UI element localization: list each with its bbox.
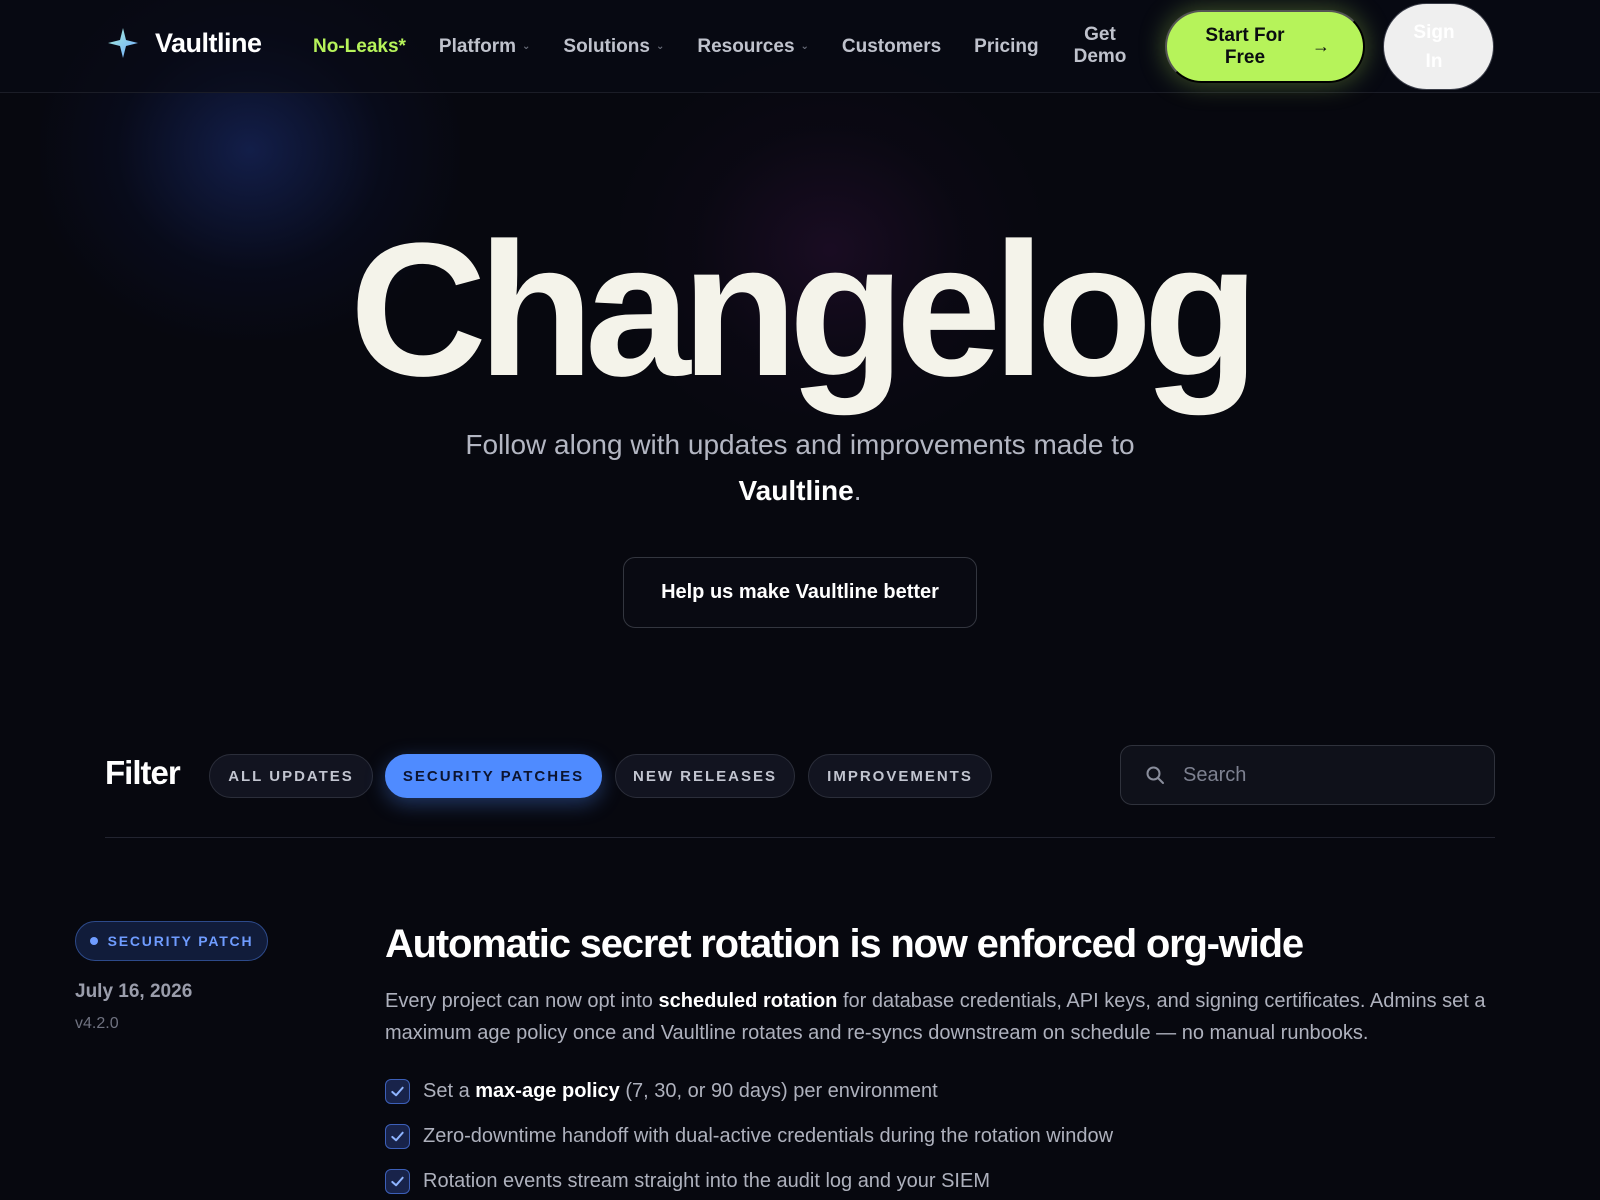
- category-badge: SECURITY PATCH: [75, 921, 268, 961]
- nav-link-label: Platform: [438, 35, 516, 57]
- search-input[interactable]: [1183, 763, 1463, 787]
- top-navbar: Vaultline No-Leaks* Platform ⌄ Solutions ⌄…: [0, 0, 1600, 93]
- nav-link-pricing[interactable]: Pricing: [974, 36, 1038, 58]
- list-item-pre: Set a: [423, 1080, 470, 1102]
- nav-links: No-Leaks* Platform ⌄ Solutions ⌄ Resources…: [313, 0, 1072, 93]
- nav-link-label: Solutions: [563, 35, 650, 57]
- entry-body-bold: scheduled rotation: [658, 990, 838, 1012]
- filter-chip-all-updates[interactable]: ALL UPDATES: [209, 754, 373, 798]
- entry-description: Every project can now opt into scheduled…: [385, 985, 1515, 1049]
- entry-body-pre: Every project can now opt into: [385, 990, 653, 1012]
- nav-link-label: Pricing: [974, 35, 1039, 57]
- chevron-down-icon: ⌄: [655, 41, 665, 52]
- filter-heading: Filter: [105, 754, 181, 791]
- list-item: Zero-downtime handoff with dual-active c…: [385, 1114, 1515, 1159]
- section-divider: [105, 837, 1495, 838]
- hero-subtitle-period: .: [853, 475, 862, 506]
- hero-subtitle-text: Follow along with updates and improvemen…: [465, 429, 1135, 460]
- hero-subtitle-brand: Vaultline: [738, 475, 854, 506]
- brand-logo[interactable]: Vaultline: [107, 27, 262, 59]
- filter-chip-security-patches[interactable]: SECURITY PATCHES: [385, 754, 602, 798]
- list-item-text: Zero-downtime handoff with dual-active c…: [423, 1125, 1114, 1147]
- filter-chip-improvements[interactable]: IMPROVEMENTS: [808, 754, 992, 798]
- entry-date: July 16, 2026: [75, 981, 193, 1002]
- arrow-right-icon: →: [1312, 36, 1330, 56]
- sign-in-button[interactable]: Sign In: [1383, 3, 1494, 90]
- search-icon: [1146, 766, 1164, 784]
- hero-subtitle: Follow along with updates and improvemen…: [400, 422, 1200, 514]
- feedback-button[interactable]: Help us make Vaultline better: [623, 557, 977, 628]
- list-item: Set a max-age policy (7, 30, or 90 days)…: [385, 1069, 1515, 1114]
- badge-dot-icon: [89, 937, 98, 945]
- nav-link-label: No-Leaks*: [313, 35, 406, 57]
- feature-checklist: Set a max-age policy (7, 30, or 90 days)…: [385, 1069, 1515, 1200]
- list-item-post: (7, 30, or 90 days) per environment: [625, 1080, 938, 1102]
- chevron-down-icon: ⌄: [522, 41, 531, 52]
- nav-link-customers[interactable]: Customers: [842, 36, 941, 58]
- list-item-text: Rotation events stream straight into the…: [423, 1170, 990, 1192]
- entry-version: v4.2.0: [75, 1015, 119, 1032]
- entry-title: Automatic secret rotation is now enforce…: [385, 922, 1304, 966]
- nav-link-label: Customers: [841, 35, 942, 57]
- checkbox-checked-icon: [385, 1169, 410, 1194]
- page-title: Changelog: [349, 204, 1260, 416]
- chevron-down-icon: ⌄: [800, 41, 809, 52]
- nav-link-label: Resources: [697, 35, 795, 57]
- brand-name: Vaultline: [155, 27, 262, 58]
- sparkle-logo-icon: [108, 28, 138, 58]
- checkbox-checked-icon: [385, 1124, 410, 1149]
- badge-label: SECURITY PATCH: [107, 933, 254, 949]
- nav-link-resources[interactable]: Resources ⌄: [697, 36, 809, 58]
- nav-link-platform[interactable]: Platform ⌄: [439, 36, 530, 58]
- checkbox-checked-icon: [385, 1079, 410, 1104]
- nav-link-no-leaks[interactable]: No-Leaks*: [313, 36, 406, 58]
- start-for-free-label: Start For Free: [1205, 24, 1285, 68]
- list-item: Rotation events stream straight into the…: [385, 1159, 1515, 1200]
- filter-chip-new-releases[interactable]: NEW RELEASES: [615, 754, 795, 798]
- nav-link-solutions[interactable]: Solutions ⌄: [563, 36, 664, 58]
- search-box[interactable]: [1120, 745, 1495, 805]
- list-item-bold: max-age policy: [475, 1080, 620, 1102]
- sign-in-label: Sign In: [1413, 21, 1455, 72]
- list-item-text: Set a max-age policy (7, 30, or 90 days)…: [423, 1080, 938, 1103]
- get-demo-link[interactable]: Get Demo: [1065, 24, 1135, 68]
- start-for-free-button[interactable]: Start For Free →: [1165, 10, 1365, 83]
